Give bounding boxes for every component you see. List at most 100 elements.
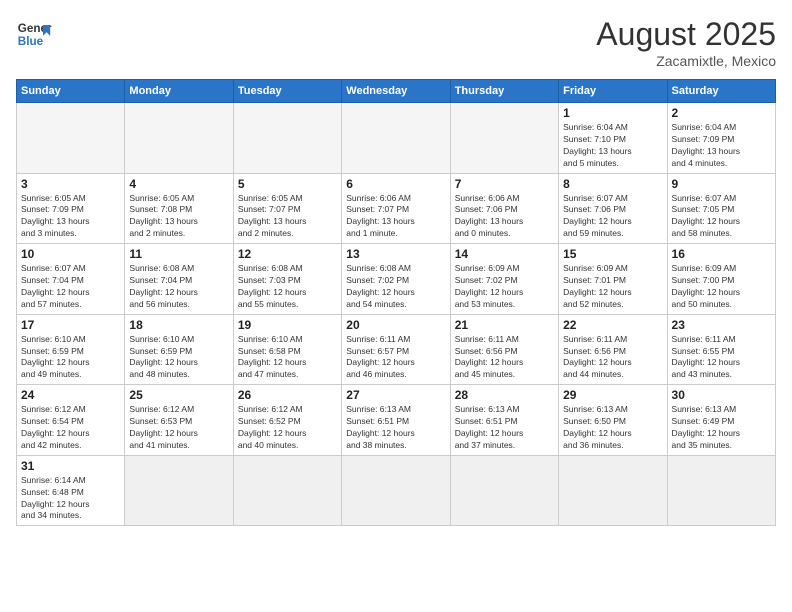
calendar-day-cell: 17Sunrise: 6:10 AM Sunset: 6:59 PM Dayli… — [17, 314, 125, 385]
day-info: Sunrise: 6:10 AM Sunset: 6:58 PM Dayligh… — [238, 334, 337, 382]
calendar-table: SundayMondayTuesdayWednesdayThursdayFrid… — [16, 79, 776, 526]
day-number: 15 — [563, 247, 662, 261]
day-number: 18 — [129, 318, 228, 332]
calendar-day-cell: 23Sunrise: 6:11 AM Sunset: 6:55 PM Dayli… — [667, 314, 775, 385]
calendar-day-cell — [342, 103, 450, 174]
day-info: Sunrise: 6:13 AM Sunset: 6:51 PM Dayligh… — [346, 404, 445, 452]
day-number: 31 — [21, 459, 120, 473]
calendar-day-cell: 3Sunrise: 6:05 AM Sunset: 7:09 PM Daylig… — [17, 173, 125, 244]
weekday-header-sunday: Sunday — [17, 80, 125, 103]
weekday-header-tuesday: Tuesday — [233, 80, 341, 103]
location-subtitle: Zacamixtle, Mexico — [596, 53, 776, 69]
day-number: 6 — [346, 177, 445, 191]
day-number: 22 — [563, 318, 662, 332]
calendar-day-cell: 8 Sunrise: 6:07 AM Sunset: 7:06 PM Daylig… — [559, 173, 667, 244]
day-info: Sunrise: 6:04 AM Sunset: 7:09 PM Dayligh… — [672, 122, 771, 170]
calendar-day-cell: 25 Sunrise: 6:12 AM Sunset: 6:53 PM Dayli… — [125, 385, 233, 456]
day-info: Sunrise: 6:05 AM Sunset: 7:09 PM Dayligh… — [21, 193, 120, 241]
day-info: Sunrise: 6:12 AM Sunset: 6:54 PM Dayligh… — [21, 404, 120, 452]
calendar-week-row: 17Sunrise: 6:10 AM Sunset: 6:59 PM Dayli… — [17, 314, 776, 385]
weekday-header-friday: Friday — [559, 80, 667, 103]
day-number: 28 — [455, 388, 554, 402]
day-info: Sunrise: 6:07 AM Sunset: 7:06 PM Dayligh… — [563, 193, 662, 241]
day-number: 27 — [346, 388, 445, 402]
day-info: Sunrise: 6:11 AM Sunset: 6:56 PM Dayligh… — [563, 334, 662, 382]
day-number: 12 — [238, 247, 337, 261]
calendar-day-cell: 4 Sunrise: 6:05 AM Sunset: 7:08 PM Daylig… — [125, 173, 233, 244]
calendar-day-cell: 18 Sunrise: 6:10 AM Sunset: 6:59 PM Dayli… — [125, 314, 233, 385]
calendar-day-cell: 6 Sunrise: 6:06 AM Sunset: 7:07 PM Daylig… — [342, 173, 450, 244]
day-number: 8 — [563, 177, 662, 191]
calendar-day-cell — [125, 103, 233, 174]
day-info: Sunrise: 6:05 AM Sunset: 7:07 PM Dayligh… — [238, 193, 337, 241]
day-number: 26 — [238, 388, 337, 402]
day-number: 11 — [129, 247, 228, 261]
day-info: Sunrise: 6:06 AM Sunset: 7:07 PM Dayligh… — [346, 193, 445, 241]
day-number: 25 — [129, 388, 228, 402]
calendar-day-cell: 31Sunrise: 6:14 AM Sunset: 6:48 PM Dayli… — [17, 455, 125, 526]
calendar-day-cell: 15 Sunrise: 6:09 AM Sunset: 7:01 PM Dayli… — [559, 244, 667, 315]
calendar-day-cell: 26 Sunrise: 6:12 AM Sunset: 6:52 PM Dayli… — [233, 385, 341, 456]
calendar-day-cell: 24 Sunrise: 6:12 AM Sunset: 6:54 PM Dayli… — [17, 385, 125, 456]
calendar-day-cell: 21 Sunrise: 6:11 AM Sunset: 6:56 PM Dayli… — [450, 314, 558, 385]
calendar-day-cell: 30Sunrise: 6:13 AM Sunset: 6:49 PM Dayli… — [667, 385, 775, 456]
calendar-day-cell — [233, 103, 341, 174]
day-info: Sunrise: 6:05 AM Sunset: 7:08 PM Dayligh… — [129, 193, 228, 241]
day-number: 24 — [21, 388, 120, 402]
day-number: 29 — [563, 388, 662, 402]
day-info: Sunrise: 6:08 AM Sunset: 7:04 PM Dayligh… — [129, 263, 228, 311]
calendar-day-cell: 10Sunrise: 6:07 AM Sunset: 7:04 PM Dayli… — [17, 244, 125, 315]
calendar-week-row: 31Sunrise: 6:14 AM Sunset: 6:48 PM Dayli… — [17, 455, 776, 526]
day-number: 9 — [672, 177, 771, 191]
day-info: Sunrise: 6:09 AM Sunset: 7:02 PM Dayligh… — [455, 263, 554, 311]
day-number: 13 — [346, 247, 445, 261]
title-block: August 2025 Zacamixtle, Mexico — [596, 16, 776, 69]
day-info: Sunrise: 6:06 AM Sunset: 7:06 PM Dayligh… — [455, 193, 554, 241]
page-header: General Blue August 2025 Zacamixtle, Mex… — [16, 16, 776, 69]
calendar-day-cell: 5 Sunrise: 6:05 AM Sunset: 7:07 PM Daylig… — [233, 173, 341, 244]
calendar-day-cell: 7 Sunrise: 6:06 AM Sunset: 7:06 PM Daylig… — [450, 173, 558, 244]
calendar-day-cell: 29Sunrise: 6:13 AM Sunset: 6:50 PM Dayli… — [559, 385, 667, 456]
day-info: Sunrise: 6:10 AM Sunset: 6:59 PM Dayligh… — [21, 334, 120, 382]
day-number: 7 — [455, 177, 554, 191]
day-info: Sunrise: 6:12 AM Sunset: 6:53 PM Dayligh… — [129, 404, 228, 452]
day-info: Sunrise: 6:12 AM Sunset: 6:52 PM Dayligh… — [238, 404, 337, 452]
calendar-day-cell: 22 Sunrise: 6:11 AM Sunset: 6:56 PM Dayli… — [559, 314, 667, 385]
day-info: Sunrise: 6:13 AM Sunset: 6:49 PM Dayligh… — [672, 404, 771, 452]
day-info: Sunrise: 6:10 AM Sunset: 6:59 PM Dayligh… — [129, 334, 228, 382]
day-info: Sunrise: 6:11 AM Sunset: 6:56 PM Dayligh… — [455, 334, 554, 382]
month-year-title: August 2025 — [596, 16, 776, 53]
day-info: Sunrise: 6:07 AM Sunset: 7:04 PM Dayligh… — [21, 263, 120, 311]
day-number: 23 — [672, 318, 771, 332]
calendar-day-cell — [450, 455, 558, 526]
logo-icon: General Blue — [16, 16, 52, 52]
calendar-day-cell: 13Sunrise: 6:08 AM Sunset: 7:02 PM Dayli… — [342, 244, 450, 315]
calendar-day-cell — [17, 103, 125, 174]
day-info: Sunrise: 6:09 AM Sunset: 7:01 PM Dayligh… — [563, 263, 662, 311]
calendar-day-cell — [667, 455, 775, 526]
day-number: 16 — [672, 247, 771, 261]
day-info: Sunrise: 6:13 AM Sunset: 6:51 PM Dayligh… — [455, 404, 554, 452]
calendar-day-cell: 9 Sunrise: 6:07 AM Sunset: 7:05 PM Daylig… — [667, 173, 775, 244]
day-number: 19 — [238, 318, 337, 332]
day-number: 21 — [455, 318, 554, 332]
day-number: 2 — [672, 106, 771, 120]
calendar-day-cell: 14Sunrise: 6:09 AM Sunset: 7:02 PM Dayli… — [450, 244, 558, 315]
day-number: 5 — [238, 177, 337, 191]
calendar-day-cell: 16Sunrise: 6:09 AM Sunset: 7:00 PM Dayli… — [667, 244, 775, 315]
day-info: Sunrise: 6:07 AM Sunset: 7:05 PM Dayligh… — [672, 193, 771, 241]
weekday-header-saturday: Saturday — [667, 80, 775, 103]
calendar-day-cell — [233, 455, 341, 526]
calendar-day-cell — [125, 455, 233, 526]
calendar-week-row: 1 Sunrise: 6:04 AM Sunset: 7:10 PM Daylig… — [17, 103, 776, 174]
day-info: Sunrise: 6:04 AM Sunset: 7:10 PM Dayligh… — [563, 122, 662, 170]
day-number: 20 — [346, 318, 445, 332]
calendar-day-cell: 27 Sunrise: 6:13 AM Sunset: 6:51 PM Dayli… — [342, 385, 450, 456]
calendar-week-row: 10Sunrise: 6:07 AM Sunset: 7:04 PM Dayli… — [17, 244, 776, 315]
weekday-header-monday: Monday — [125, 80, 233, 103]
calendar-day-cell: 12Sunrise: 6:08 AM Sunset: 7:03 PM Dayli… — [233, 244, 341, 315]
day-number: 1 — [563, 106, 662, 120]
day-number: 4 — [129, 177, 228, 191]
weekday-header-row: SundayMondayTuesdayWednesdayThursdayFrid… — [17, 80, 776, 103]
logo: General Blue — [16, 16, 52, 52]
